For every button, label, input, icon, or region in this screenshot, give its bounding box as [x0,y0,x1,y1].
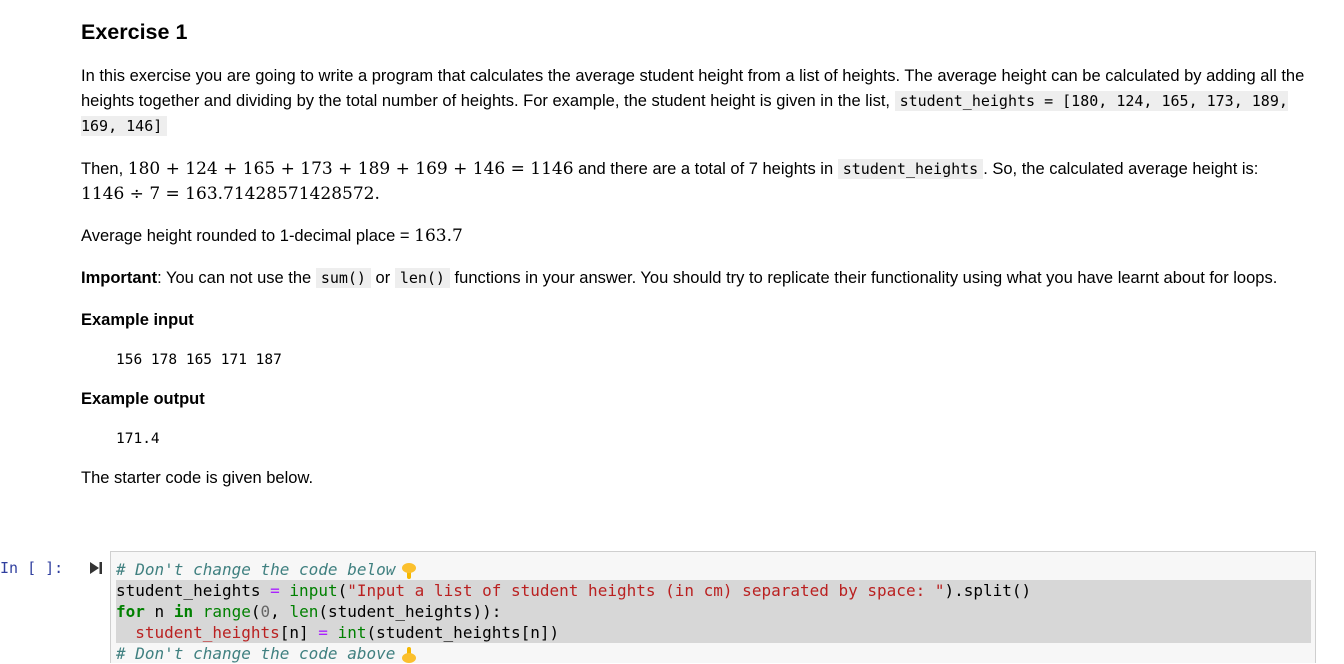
average-value: 163.7 [414,226,463,246]
l4-idx: [n] [279,623,319,642]
example-output-heading: Example output [81,390,205,408]
starter-text: The starter code is given below. [81,469,314,487]
backhand-index-pointing-up-icon [402,646,417,663]
l4-var: student_heights [135,623,280,642]
calculation-paragraph: Then, 180 + 124 + 165 + 173 + 189 + 169 … [81,157,1321,207]
l2-str: "Input a list of student heights (in cm)… [347,581,945,600]
l4-eq: = [318,623,328,642]
important-text-2: or [370,269,395,287]
code-line-4: student_heights[n] = int(student_heights… [116,622,1311,643]
code-line-2: student_heights = input("Input a list of… [116,580,1311,601]
exercise-title: Exercise 1 [81,20,188,44]
l3-for: for [116,602,145,621]
l4-int: int [337,623,367,642]
important-label: Important [81,269,158,287]
l3-len: len [289,602,319,621]
comment-bottom: # Don't change the code above [116,644,396,663]
intro-paragraph: In this exercise you are going to write … [81,64,1321,139]
l3-range: range [202,602,251,621]
l4-tail: (student_heights[n]) [366,623,560,642]
then-suffix: . So, the calculated average height is: [983,160,1259,178]
example-input-heading: Example input [81,311,194,329]
average-text: Average height rounded to 1-decimal plac… [81,227,415,245]
markdown-cell: Exercise 1 In this exercise you are goin… [81,18,1321,491]
l2-tail: ).split() [944,581,1032,600]
backhand-index-pointing-down-icon [402,562,417,579]
l2-var: student_heights [116,581,261,600]
l3-num: 0 [260,602,271,621]
example-input-block: 156 178 165 171 187 [116,352,282,368]
then-code: student_heights [837,159,984,179]
important-paragraph: Important: You can not use the sum() or … [81,266,1321,291]
l2-fn: input [289,581,338,600]
code-line-3: for n in range(0, len(student_heights)): [116,601,1311,622]
code-editor[interactable]: # Don't change the code below student_he… [110,551,1316,663]
sum-equation: 180 + 124 + 165 + 173 + 189 + 169 + 146 … [127,159,574,179]
cell-prompt: In [ ]: [0,559,64,577]
then-prefix: Then, [81,160,128,178]
l3-tail: (student_heights)): [318,602,502,621]
len-code: len() [394,268,450,288]
division-equation: 1146 ÷ 7 = 163.71428571428572. [81,184,380,204]
code-line-1: # Don't change the code below [116,559,1315,580]
run-cell-icon[interactable] [89,561,103,575]
comment-top: # Don't change the code below [116,560,396,579]
example-output-block: 171.4 [116,431,160,447]
l3-n: n [144,602,174,621]
then-mid: and there are a total of 7 heights in [573,160,838,178]
l2-eq: = [270,581,280,600]
l3-in: in [173,602,194,621]
code-line-5: # Don't change the code above [116,643,1315,664]
important-text-1: : You can not use the [157,269,316,287]
average-paragraph: Average height rounded to 1-decimal plac… [81,224,1321,249]
code-cell: In [ ]: # Don't change the code below st… [0,549,1344,663]
important-text-3: functions in your answer. You should try… [449,269,1278,287]
sum-code: sum() [315,268,371,288]
